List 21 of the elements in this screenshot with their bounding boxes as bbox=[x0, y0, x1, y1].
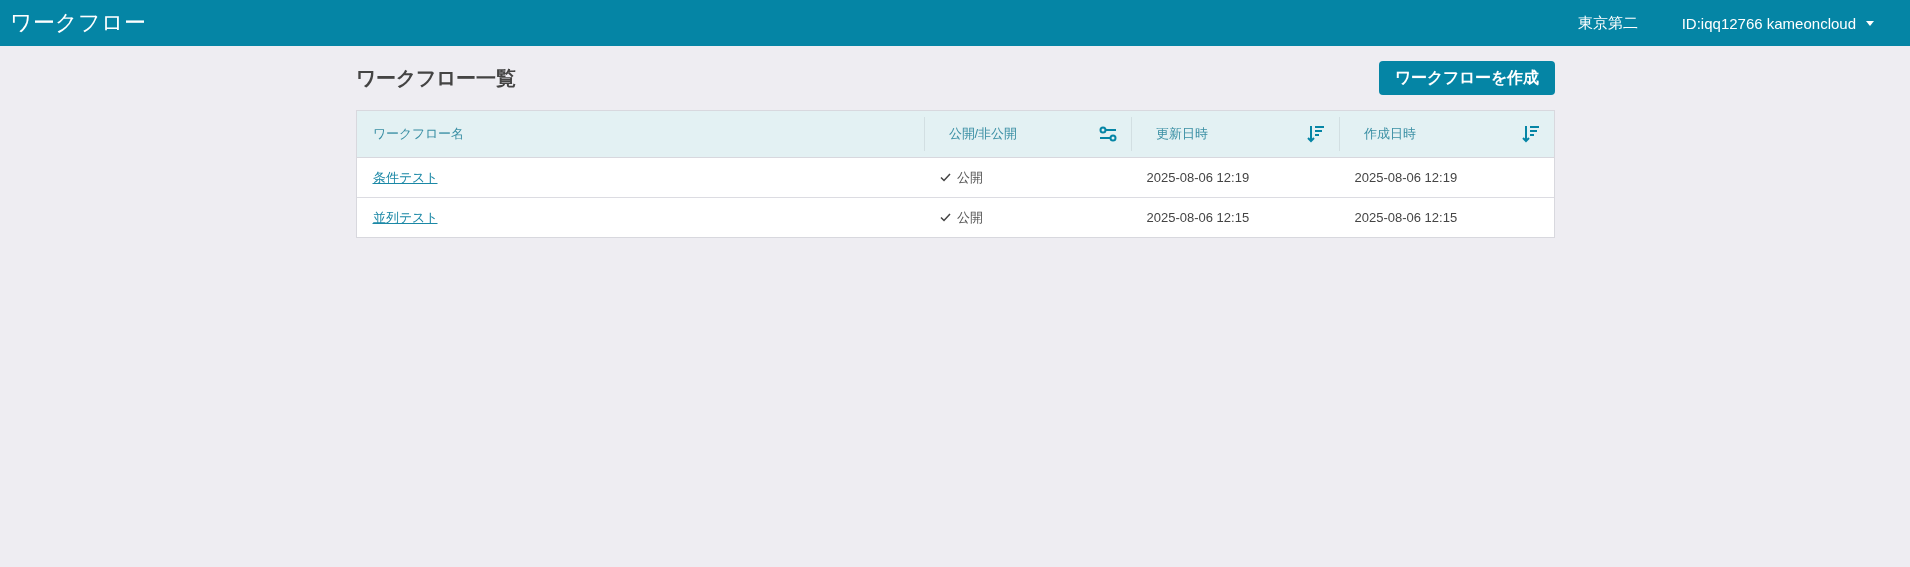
created-date: 2025-08-06 12:15 bbox=[1354, 210, 1458, 225]
created-date: 2025-08-06 12:19 bbox=[1354, 170, 1458, 185]
workflow-link[interactable]: 並列テスト bbox=[372, 208, 438, 227]
column-header: ワークフロー名 bbox=[372, 125, 464, 143]
column-header: 作成日時 bbox=[1363, 125, 1416, 143]
app-title: ワークフロー bbox=[10, 9, 147, 37]
column-header: 公開/非公開 bbox=[948, 125, 1018, 143]
visibility-text: 公開 bbox=[956, 208, 983, 227]
column-header: 更新日時 bbox=[1155, 125, 1208, 143]
sort-icon[interactable] bbox=[1521, 125, 1540, 143]
caret-icon bbox=[1866, 20, 1874, 26]
updated-date: 2025-08-06 12:15 bbox=[1146, 210, 1250, 225]
page-heading: ワークフロー一覧 bbox=[355, 65, 516, 91]
location-label: 東京第二 bbox=[1577, 13, 1638, 33]
create-button[interactable]: ワークフローを作成 bbox=[1378, 61, 1555, 95]
filter-icon[interactable] bbox=[1098, 126, 1117, 142]
sort-icon[interactable] bbox=[1306, 125, 1325, 143]
workflow-link[interactable]: 条件テスト bbox=[372, 168, 438, 187]
updated-date: 2025-08-06 12:19 bbox=[1146, 170, 1250, 185]
user-menu[interactable]: ID:iqq12766 kameoncloud bbox=[1681, 14, 1874, 32]
visibility-text: 公開 bbox=[956, 168, 983, 187]
